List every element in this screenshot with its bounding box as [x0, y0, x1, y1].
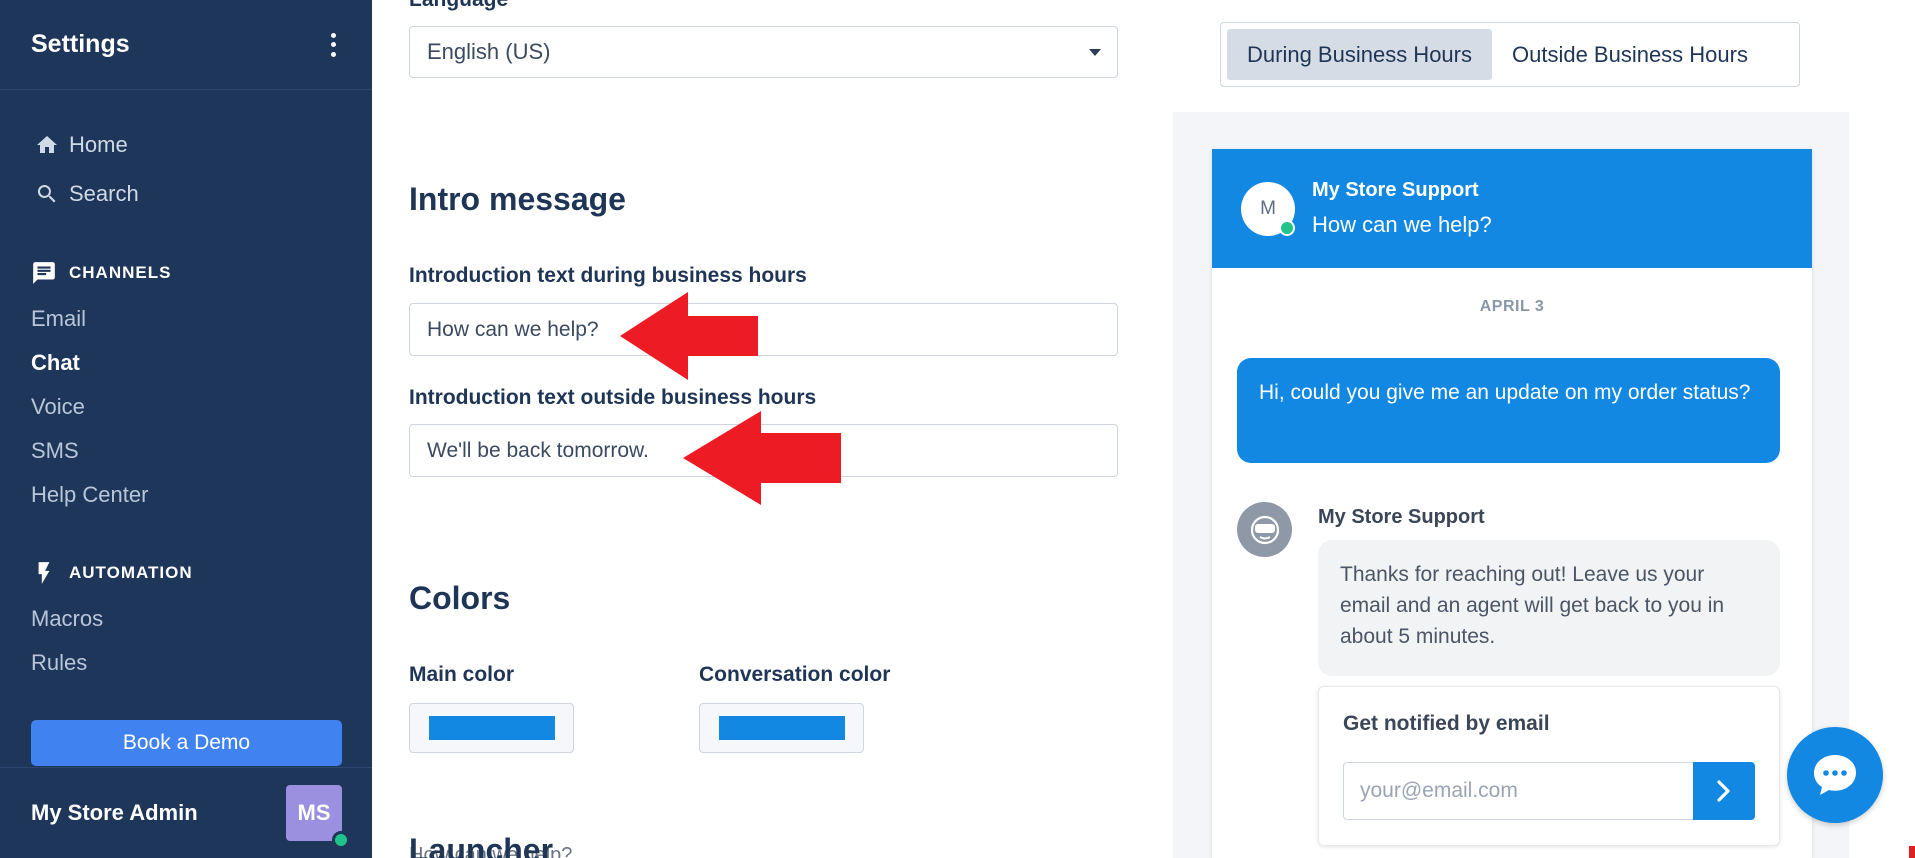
email-capture-card: Get notified by email: [1318, 686, 1780, 846]
store-logo: M: [1241, 181, 1295, 236]
avatar-initials: MS: [297, 800, 331, 825]
caret-down-icon: [1089, 48, 1101, 56]
chevron-right-icon: [1717, 780, 1730, 802]
red-arrow-icon: [683, 411, 841, 505]
lightning-bolt-icon: [38, 562, 50, 584]
chat-launcher-button[interactable]: [1787, 727, 1883, 823]
launcher-ghost-text: How can we help?: [409, 844, 573, 858]
more-options-icon[interactable]: [326, 32, 340, 57]
chat-widget-preview: M My Store Support How can we help? APRI…: [1212, 149, 1812, 858]
sidebar-item-home[interactable]: Home: [0, 120, 372, 169]
conversation-color-picker[interactable]: [699, 703, 864, 753]
email-field[interactable]: [1343, 762, 1693, 820]
intro-during-input[interactable]: [409, 303, 1118, 356]
colors-heading: Colors: [409, 580, 511, 616]
sidebar-item-search[interactable]: Search: [0, 169, 372, 218]
store-logo-initial: M: [1260, 197, 1276, 219]
account-name: My Store Admin: [31, 800, 198, 825]
channels-header-label: CHANNELS: [69, 263, 172, 282]
intro-outside-label: Introduction text outside business hours: [409, 386, 817, 409]
customer-message-bubble: Hi, could you give me an update on my or…: [1237, 358, 1780, 463]
book-demo-button[interactable]: Book a Demo: [31, 720, 342, 766]
conversation-date: APRIL 3: [1479, 298, 1545, 315]
robot-icon: [1250, 515, 1279, 544]
main-color-label: Main color: [409, 663, 515, 686]
tab-during-business-hours[interactable]: During Business Hours: [1227, 29, 1492, 80]
online-status-dot: [1279, 219, 1295, 236]
conversation-color-label: Conversation color: [699, 663, 891, 686]
automation-header-label: AUTOMATION: [69, 563, 193, 582]
scroll-indicator: [1909, 846, 1915, 858]
bot-name: My Store Support: [1318, 506, 1485, 528]
chat-bubble-icon: [33, 262, 55, 284]
widget-store-name: My Store Support: [1312, 179, 1479, 201]
sidebar-item-macros[interactable]: Macros: [0, 597, 372, 641]
business-hours-toggle: During Business Hours Outside Business H…: [1220, 22, 1800, 87]
home-icon: [37, 135, 57, 153]
widget-intro-text: How can we help?: [1312, 212, 1492, 237]
sidebar-item-sms[interactable]: SMS: [0, 429, 372, 473]
sidebar-title: Settings: [31, 30, 130, 58]
sidebar-item-help-center[interactable]: Help Center: [0, 473, 372, 517]
main-color-picker[interactable]: [409, 703, 574, 753]
automation-section-header: AUTOMATION: [0, 557, 372, 589]
language-select[interactable]: English (US): [409, 26, 1118, 78]
search-icon: [37, 184, 56, 202]
sidebar-header: Settings: [0, 0, 372, 90]
bot-avatar: [1237, 502, 1292, 557]
intro-message-heading: Intro message: [409, 181, 626, 217]
email-card-title: Get notified by email: [1343, 712, 1550, 735]
main-color-swatch: [428, 716, 555, 740]
chat-settings-main: Language English (US) Intro message Intr…: [372, 0, 1915, 858]
sidebar-item-rules[interactable]: Rules: [0, 641, 372, 685]
language-selected-value: English (US): [427, 39, 551, 64]
chat-bubble-icon: [1814, 755, 1856, 795]
sidebar-primary-nav: Home Search: [0, 90, 372, 218]
tab-outside-business-hours[interactable]: Outside Business Hours: [1492, 29, 1768, 80]
sidebar-item-label: Home: [69, 131, 128, 157]
settings-sidebar: Settings Home Search CHANNELS Email Chat…: [0, 0, 372, 858]
sidebar-item-voice[interactable]: Voice: [0, 385, 372, 429]
sidebar-item-label: Search: [69, 180, 139, 206]
red-arrow-icon: [620, 292, 758, 380]
sidebar-footer: My Store Admin MS: [0, 767, 372, 858]
channels-section-header: CHANNELS: [0, 257, 372, 289]
online-status-dot: [332, 831, 350, 849]
widget-header: M My Store Support How can we help?: [1212, 149, 1812, 268]
sidebar-item-chat[interactable]: Chat: [0, 341, 372, 385]
avatar[interactable]: MS: [286, 785, 350, 849]
bot-message-bubble: Thanks for reaching out! Leave us your e…: [1318, 540, 1780, 676]
email-submit-button[interactable]: [1693, 762, 1755, 820]
language-label: Language: [409, 0, 508, 12]
sidebar-item-email[interactable]: Email: [0, 297, 372, 341]
conversation-color-swatch: [718, 716, 845, 740]
intro-during-label: Introduction text during business hours: [409, 264, 807, 287]
